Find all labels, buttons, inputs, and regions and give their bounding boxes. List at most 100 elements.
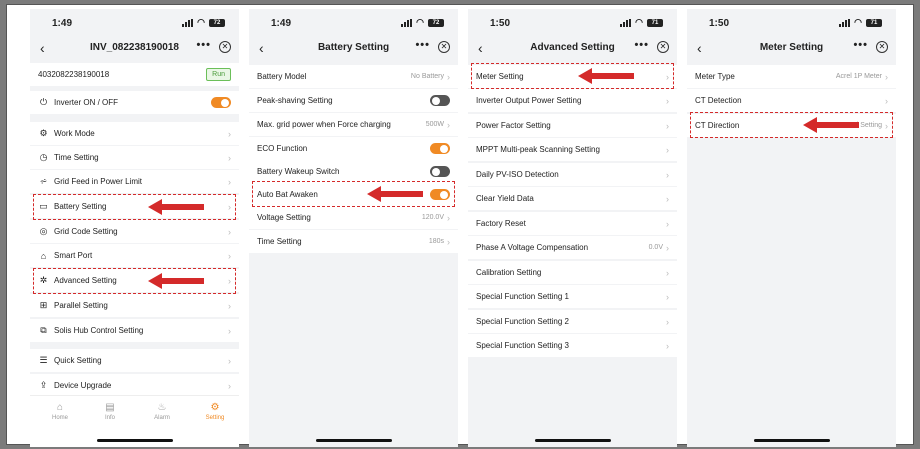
list-item-parallel-setting[interactable]: ⊞ Parallel Setting › [30, 294, 239, 317]
list-item-time-setting[interactable]: Time Setting 180s › [249, 230, 458, 253]
list-item-ct-detection[interactable]: CT Detection › [687, 89, 896, 112]
list-item-label: Solis Hub Control Setting [54, 326, 144, 335]
list-item-voltage-setting[interactable]: Voltage Setting 120.0V › [249, 206, 458, 229]
chevron-right-icon: › [666, 291, 669, 302]
more-icon[interactable]: ••• [634, 39, 649, 51]
run-status-badge: Run [206, 68, 231, 81]
screenshot-frame: 1:49 ◠ 72 ‹ INV_082238190018 ••• ✕ 403208… [6, 4, 914, 447]
home-indicator [96, 439, 173, 442]
list-item-factory-reset[interactable]: Factory Reset › [468, 212, 677, 235]
list-item-label: Max. grid power when Force charging [257, 120, 391, 129]
tab-info[interactable]: ▤ Info [90, 402, 130, 421]
nav-bar: ‹ INV_082238190018 ••• ✕ [30, 35, 239, 61]
close-icon[interactable]: ✕ [876, 41, 888, 53]
wifi-icon: ◠ [854, 17, 862, 27]
list-item-peak-shaving[interactable]: Peak-shaving Setting [249, 89, 458, 112]
list-item-label: Special Function Setting 1 [476, 292, 569, 301]
list-item-label: Battery Setting [54, 202, 107, 211]
list-item-label: Factory Reset [476, 219, 526, 228]
list-item-value: 0.0V [648, 244, 663, 251]
list-item-battery-wakeup[interactable]: Battery Wakeup Switch [249, 160, 458, 183]
chevron-right-icon: › [666, 193, 669, 204]
list-item-ct-direction[interactable]: CT Direction Forward Setting › [687, 114, 896, 137]
close-icon[interactable]: ✕ [657, 41, 669, 53]
status-bar: 1:49 ◠ 72 [30, 9, 239, 35]
list-item-phase-a-voltage[interactable]: Phase A Voltage Compensation 0.0V › [468, 236, 677, 259]
close-icon[interactable]: ✕ [219, 41, 231, 53]
chevron-right-icon: › [666, 95, 669, 106]
list-item-quick-setting[interactable]: ☰ Quick Setting › [30, 349, 239, 372]
inverter-toggle[interactable] [211, 97, 231, 108]
tab-label: Home [51, 415, 68, 421]
chevron-right-icon: › [885, 95, 888, 106]
chevron-right-icon: › [666, 169, 669, 180]
list-item-meter-setting[interactable]: Meter Setting › [468, 65, 677, 88]
peak-shaving-toggle[interactable] [430, 95, 450, 106]
list-item-device-upgrade[interactable]: ⇪ Device Upgrade › [30, 374, 239, 397]
list-item-mppt[interactable]: MPPT Multi-peak Scanning Setting › [468, 138, 677, 161]
list-item-hub-control[interactable]: ⧉ Solis Hub Control Setting › [30, 319, 239, 342]
list-item-label: Inverter Output Power Setting [476, 96, 582, 105]
list-item-label: Work Mode [54, 129, 95, 138]
chevron-right-icon: › [666, 218, 669, 229]
power-icon: ⏻ [39, 97, 48, 107]
serial-number: 4032082238190018 [38, 70, 110, 79]
chevron-right-icon: › [228, 250, 231, 261]
list-item-pv-iso[interactable]: Daily PV-ISO Detection › [468, 163, 677, 186]
hub-icon: ⧉ [40, 325, 47, 335]
list-item-label: Special Function Setting 2 [476, 317, 569, 326]
list-item-label: Inverter ON / OFF [54, 98, 119, 107]
chevron-right-icon: › [885, 120, 888, 131]
list-item-label: Calibration Setting [476, 268, 542, 277]
tab-setting[interactable]: ⚙ Setting [195, 402, 235, 421]
list-item-label: Peak-shaving Setting [257, 96, 333, 105]
chevron-right-icon: › [666, 71, 669, 82]
chevron-right-icon: › [228, 275, 231, 286]
tab-home[interactable]: ⌂ Home [40, 402, 80, 421]
list-item-power-factor[interactable]: Power Factor Setting › [468, 114, 677, 137]
more-icon[interactable]: ••• [196, 39, 211, 51]
list-item-eco-function[interactable]: ECO Function [249, 137, 458, 160]
more-icon[interactable]: ••• [853, 39, 868, 51]
signal-icon [839, 18, 851, 27]
list-item-inverter-on-off[interactable]: ⏻ Inverter ON / OFF [30, 91, 239, 114]
chevron-right-icon: › [228, 300, 231, 311]
list-item-label: Daily PV-ISO Detection [476, 170, 559, 179]
nav-bar: ‹ Battery Setting ••• ✕ [249, 35, 458, 61]
chevron-right-icon: › [228, 355, 231, 366]
list-item-label: Clear Yield Data [476, 194, 534, 203]
auto-bat-awaken-toggle[interactable] [430, 189, 450, 200]
list-item-grid-code[interactable]: ◎ Grid Code Setting › [30, 220, 239, 243]
tower-icon: ⩫ [39, 176, 48, 186]
status-time: 1:50 [709, 18, 730, 29]
list-item-label: CT Direction [695, 121, 740, 130]
tab-alarm[interactable]: ♨ Alarm [142, 402, 182, 421]
gear-icon: ⚙ [39, 128, 48, 138]
list-item-time-setting[interactable]: ◷ Time Setting › [30, 146, 239, 169]
list-item-special-1[interactable]: Special Function Setting 1 › [468, 285, 677, 308]
list-item-calibration[interactable]: Calibration Setting › [468, 261, 677, 284]
grid-code-icon: ◎ [39, 226, 48, 236]
list-item-smart-port[interactable]: ⌂ Smart Port › [30, 244, 239, 267]
list-item-label: Phase A Voltage Compensation [476, 243, 589, 252]
list-item-clear-yield[interactable]: Clear Yield Data › [468, 187, 677, 210]
list-item-output-power[interactable]: Inverter Output Power Setting › [468, 89, 677, 112]
list-item-advanced-setting[interactable]: ✲ Advanced Setting › [30, 269, 239, 292]
wifi-icon: ◠ [416, 17, 424, 27]
phone-screen-main-settings: 1:49 ◠ 72 ‹ INV_082238190018 ••• ✕ 403208… [30, 9, 239, 447]
list-item-max-grid-power[interactable]: Max. grid power when Force charging 500W… [249, 113, 458, 136]
list-item-auto-bat-awaken[interactable]: Auto Bat Awaken [249, 183, 458, 206]
chevron-right-icon: › [666, 144, 669, 155]
list-item-special-3[interactable]: Special Function Setting 3 › [468, 334, 677, 357]
list-item-battery-setting[interactable]: ▭ Battery Setting › [30, 195, 239, 218]
list-item-special-2[interactable]: Special Function Setting 2 › [468, 310, 677, 333]
list-item-meter-type[interactable]: Meter Type Acrel 1P Meter › [687, 65, 896, 88]
battery-wakeup-toggle[interactable] [430, 166, 450, 177]
close-icon[interactable]: ✕ [438, 41, 450, 53]
more-icon[interactable]: ••• [415, 39, 430, 51]
list-item-work-mode[interactable]: ⚙ Work Mode › [30, 122, 239, 145]
list-item-battery-model[interactable]: Battery Model No Battery › [249, 65, 458, 88]
list-item-label: Battery Wakeup Switch [257, 167, 340, 176]
eco-function-toggle[interactable] [430, 143, 450, 154]
list-item-grid-feed[interactable]: ⩫ Grid Feed in Power Limit › [30, 170, 239, 193]
